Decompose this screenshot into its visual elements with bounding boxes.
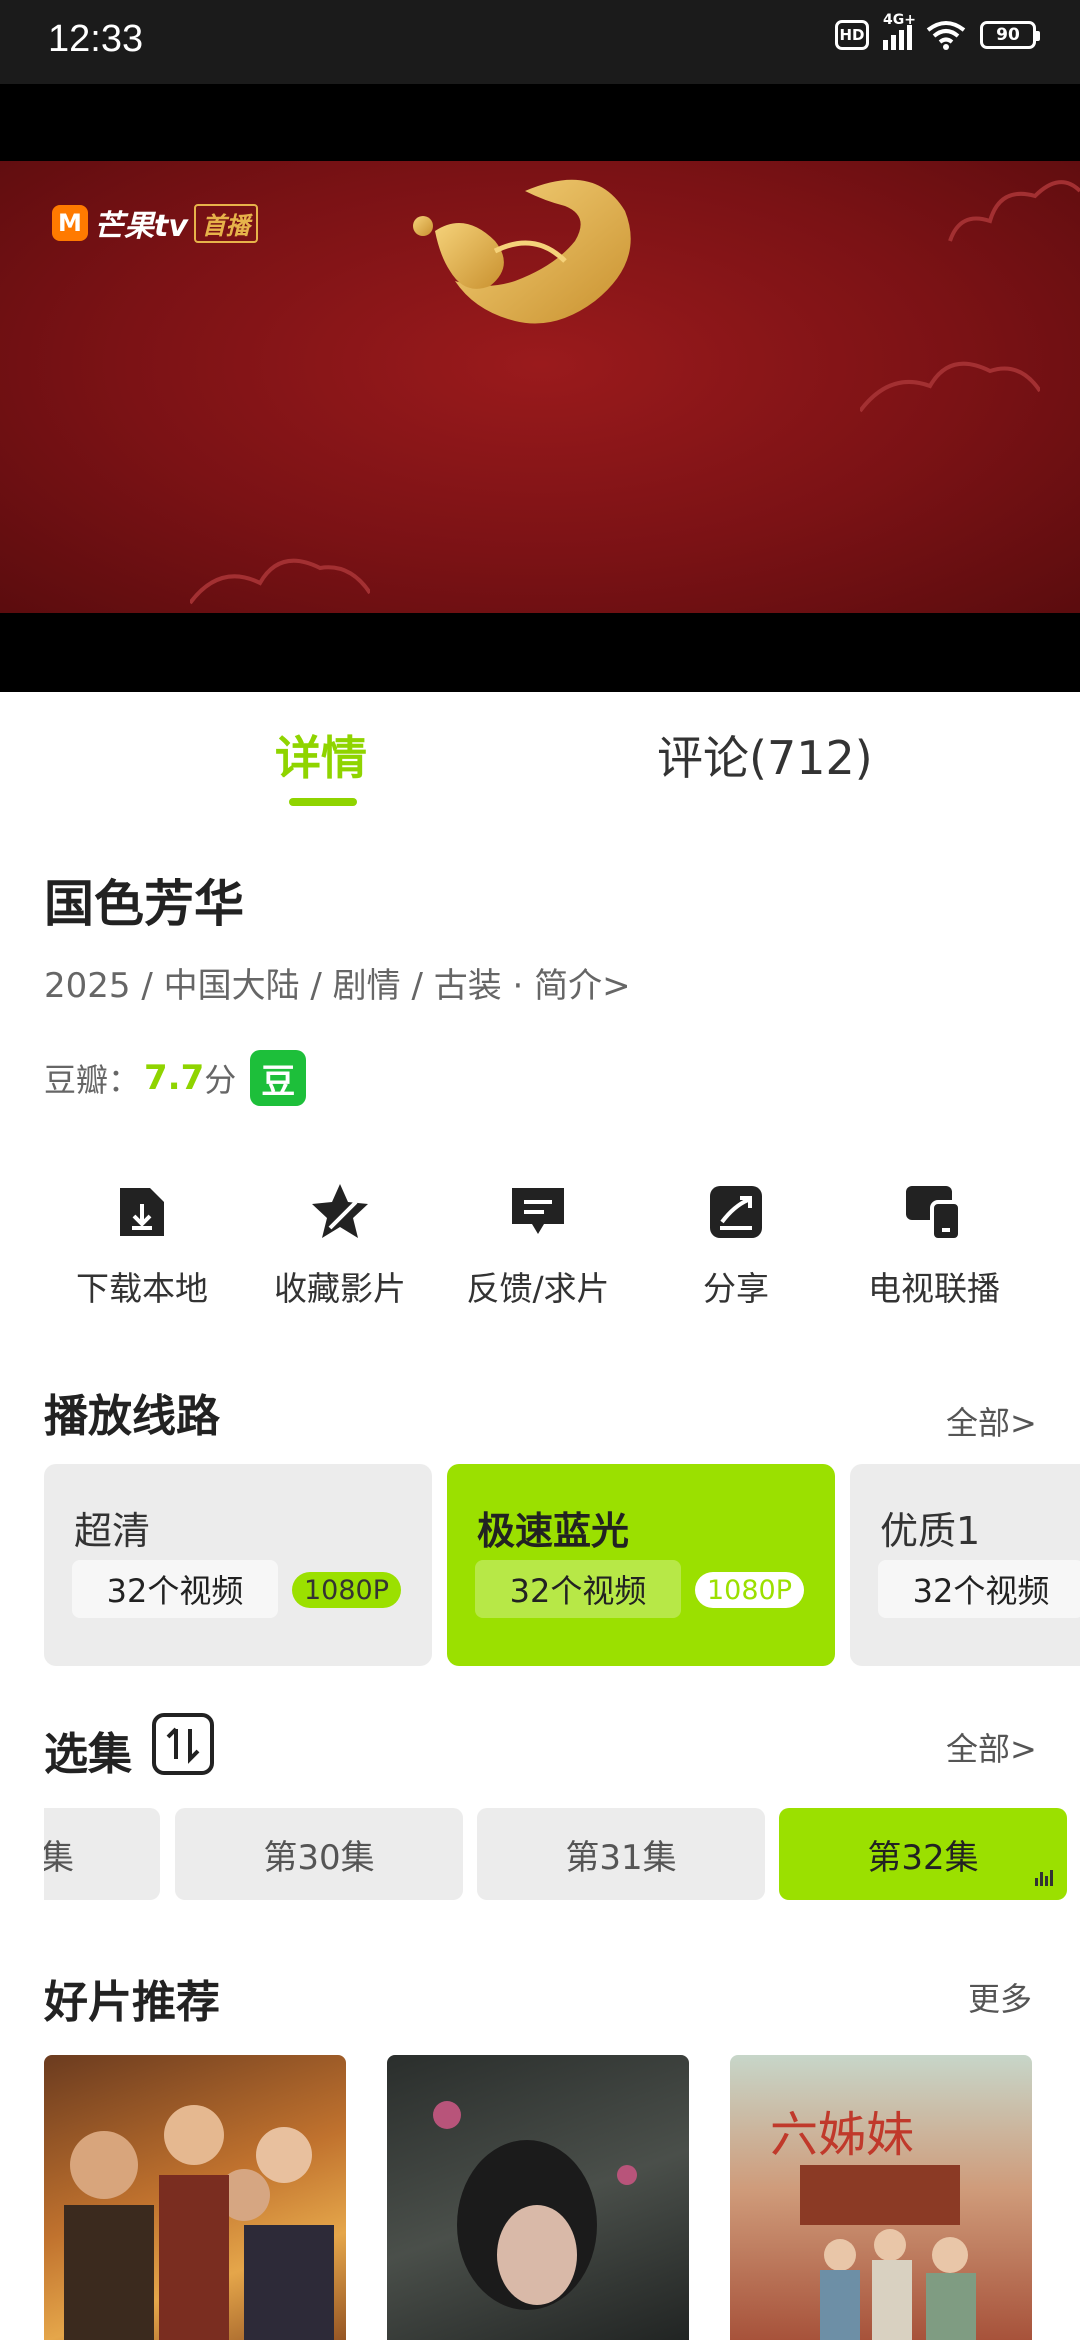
episode-label: 第32集 [867,1837,979,1878]
play-lines-title: 播放线路 [44,1391,220,1442]
episode-item[interactable]: 第31集 [477,1808,765,1900]
tab-details[interactable]: 详情 [275,722,367,788]
clock: 12:33 [48,18,144,60]
favorite-button[interactable]: 收藏影片 [240,1180,440,1310]
episodes-all-link[interactable]: 全部> [946,1724,1037,1770]
show-title: 国色芳华 [44,875,244,933]
poster-card[interactable] [44,2055,346,2340]
play-lines-all-link[interactable]: 全部> [946,1398,1037,1444]
status-bar: 12:33 HD 4G+ 90 [0,0,1080,84]
hd-icon: HD [835,20,869,50]
play-line-card[interactable]: 超清 32个视频 1080P [44,1464,432,1666]
episode-item[interactable]: 第30集 [175,1808,463,1900]
episode-label: 第31集 [565,1837,677,1878]
premiere-badge: 首播 [193,203,258,243]
recommend-title: 好片推荐 [44,1977,220,2028]
play-line-card[interactable]: 优质1 32个视频 [850,1464,1080,1666]
action-label: 反馈/求片 [466,1269,610,1308]
download-icon [120,1188,164,1236]
episode-label: 第30集 [263,1837,375,1878]
network-label: 4G+ [883,12,916,28]
video-player[interactable]: M 芒果tv 首播 [0,84,1080,692]
episode-item[interactable]: 集 [44,1808,160,1900]
episode-label: 集 [44,1837,74,1878]
signal-icon: 4G+ [883,12,916,50]
play-line-count: 32个视频 [878,1560,1080,1618]
cloud-decoration [190,558,370,605]
play-line-count: 32个视频 [72,1560,278,1618]
brand-label: 芒果tv [94,209,188,244]
play-line-count: 32个视频 [475,1560,681,1618]
action-label: 分享 [703,1269,769,1308]
mango-tv-logo: M 芒果tv 首播 [52,201,258,245]
status-icons: HD 4G+ 90 [835,12,1040,50]
douban-rating: 豆瓣： 7.7 分 豆 [44,1050,307,1106]
play-lines-list[interactable]: 超清 32个视频 1080P 极速蓝光 32个视频 1080P 优质1 32个视… [44,1464,1080,1666]
playing-indicator-icon [1035,1870,1053,1886]
resolution-badge: 1080P [695,1572,804,1608]
tv-cast-icon [906,1186,962,1242]
cloud-decoration [948,180,1080,242]
episode-list[interactable]: 集 第30集 第31集 第32集 [44,1808,1080,1900]
show-meta-link[interactable]: 2025 / 中国大陆 / 剧情 / 古装 · 简介> [44,958,631,1007]
play-line-name: 极速蓝光 [477,1509,630,1553]
poster-image [64,2105,334,2340]
poster-image [433,2101,637,2310]
wifi-icon [926,21,966,50]
share-icon [710,1186,762,1238]
action-label: 电视联播 [868,1269,1000,1308]
poster-image [800,2165,976,2340]
rating-unit: 分 [204,1061,237,1099]
mango-logo-icon: M [52,205,88,241]
phoenix-emblem-icon [413,179,631,324]
tab-indicator [289,798,357,806]
recommend-more-link[interactable]: 更多 [968,1974,1032,2020]
video-frame[interactable]: M 芒果tv 首播 [0,161,1080,613]
battery-icon: 90 [980,21,1040,49]
rating-score: 7.7 [144,1058,205,1098]
episode-item-current[interactable]: 第32集 [779,1808,1067,1900]
action-label: 下载本地 [76,1269,208,1308]
feedback-icon [512,1188,564,1234]
tab-comments[interactable]: 评论(712) [657,722,873,788]
cloud-decoration [860,361,1040,413]
play-line-name: 优质1 [880,1509,981,1553]
resolution-badge: 1080P [292,1572,401,1608]
play-line-card-active[interactable]: 极速蓝光 32个视频 1080P [447,1464,835,1666]
rating-label: 豆瓣： [44,1061,141,1099]
action-bar: 下载本地 收藏影片 反馈/求片 分享 电视联播 [0,1180,1080,1330]
poster-card[interactable]: 六姊妹 [730,2055,1032,2340]
play-line-name: 超清 [74,1509,151,1553]
share-button[interactable]: 分享 [636,1180,836,1310]
episodes-title: 选集 [44,1729,132,1780]
detail-tabs: 详情 评论(712) [0,692,1080,822]
download-button[interactable]: 下载本地 [42,1180,242,1310]
douban-icon[interactable]: 豆 [250,1050,307,1106]
sort-toggle-icon[interactable] [152,1713,214,1775]
poster-card[interactable] [387,2055,689,2340]
star-icon [312,1184,368,1238]
tv-cast-button[interactable]: 电视联播 [834,1180,1034,1310]
feedback-button[interactable]: 反馈/求片 [438,1180,638,1310]
action-label: 收藏影片 [274,1269,406,1308]
recommend-list: 六姊妹 [44,2055,1080,2340]
